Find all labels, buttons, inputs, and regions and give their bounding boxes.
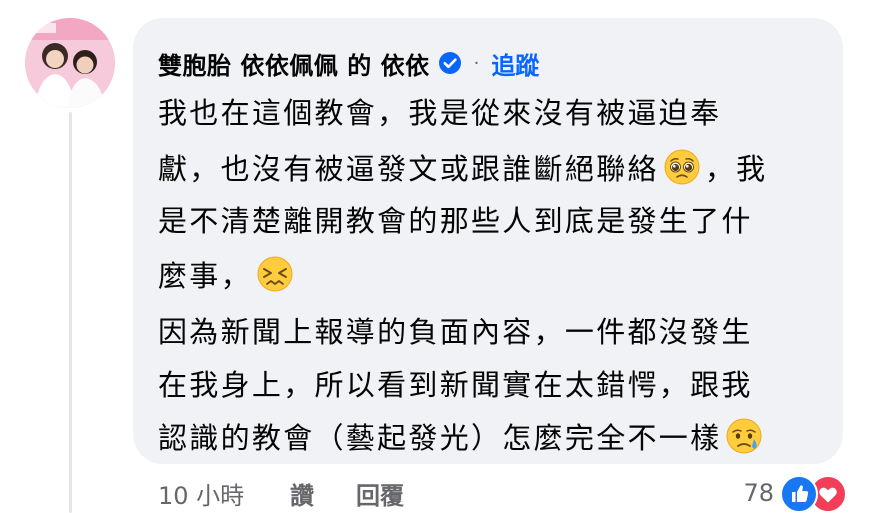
verified-badge-icon [438,51,462,75]
comment-thread: 雙胞胎 依依佩佩 的 依依 · 追蹤 我也在這個教會，我是從來沒有被逼迫奉 獻，… [0,0,870,513]
pleading-face-icon [663,148,701,186]
like-button[interactable]: 讚 [290,476,314,510]
reaction-count: 78 [743,479,774,507]
header-separator: · [473,52,480,74]
avatar-photo [25,18,115,108]
author-name[interactable]: 雙胞胎 依依佩佩 的 依依 [158,46,430,81]
comment-text: 我也在這個教會，我是從來沒有被逼迫奉 [158,96,722,130]
comment-text: 在我身上，所以看到新聞實在太錯愕，跟我 [158,368,753,402]
author-avatar[interactable] [25,18,115,108]
comment-line-7: 認識的教會（藝起發光）怎麼完全不一樣 [158,414,767,458]
comment-header: 雙胞胎 依依佩佩 的 依依 · 追蹤 [158,43,539,83]
comment-text: 認識的教會（藝起發光）怎麼完全不一樣 [158,421,722,455]
reaction-icons [780,475,847,513]
comment-line-2: 獻，也沒有被逼發文或跟誰斷絕聯絡 ，我 [158,145,767,189]
comment-text: 是不清楚離開教會的那些人到底是發生了什 [158,204,753,238]
comment-line-1: 我也在這個教會，我是從來沒有被逼迫奉 [158,89,721,133]
comment-line-3: 是不清楚離開教會的那些人到底是發生了什 [158,197,753,241]
reaction-summary[interactable]: 78 [743,474,847,513]
comment-text-after-emoji: ，我 [704,152,768,186]
comment-line-5: 因為新聞上報導的負面內容，一件都沒發生 [158,308,753,352]
comment-text: 獻，也沒有被逼發文或跟誰斷絕聯絡 [158,152,659,186]
comment-text: 因為新聞上報導的負面內容，一件都沒發生 [158,315,753,349]
thread-connector-line [69,112,72,513]
reply-button[interactable]: 回覆 [356,476,404,510]
persevering-face-icon [256,255,294,293]
follow-button[interactable]: 追蹤 [491,46,539,81]
comment-timestamp[interactable]: 10 小時 [158,476,244,510]
comment-text: 麼事， [158,259,252,293]
thumbs-up-icon [780,475,818,513]
comment-line-6: 在我身上，所以看到新聞實在太錯愕，跟我 [158,361,753,405]
comment-line-4: 麼事， [158,252,298,296]
comment-bubble: 雙胞胎 依依佩佩 的 依依 · 追蹤 我也在這個教會，我是從來沒有被逼迫奉 獻，… [133,18,843,464]
crying-face-icon [725,417,763,455]
